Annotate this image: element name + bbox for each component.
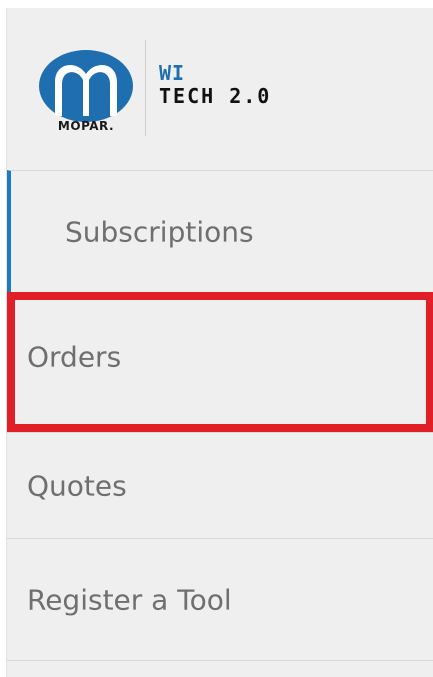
product-name-line2: TECH 2.0 xyxy=(159,84,272,108)
divider xyxy=(7,660,433,661)
nav-item-label: Register a Tool xyxy=(27,583,232,616)
nav-item-orders[interactable]: Orders xyxy=(7,292,433,422)
nav-item-subscriptions[interactable]: Subscriptions xyxy=(7,170,433,292)
nav-item-quotes[interactable]: Quotes xyxy=(7,432,433,538)
mopar-wordmark: MOPAR. xyxy=(57,119,115,133)
nav-item-label: Quotes xyxy=(27,469,127,502)
brand-divider xyxy=(145,40,146,136)
product-name-line1: WI xyxy=(159,61,186,85)
sidebar-nav: MOPAR. WI TECH 2.0 Subscriptions Orders … xyxy=(6,8,433,677)
nav-item-label: Orders xyxy=(27,340,122,374)
nav-item-register-a-tool[interactable]: Register a Tool xyxy=(7,538,433,660)
nav-item-label: Subscriptions xyxy=(65,215,254,248)
brand-header[interactable]: MOPAR. WI TECH 2.0 xyxy=(7,8,433,170)
